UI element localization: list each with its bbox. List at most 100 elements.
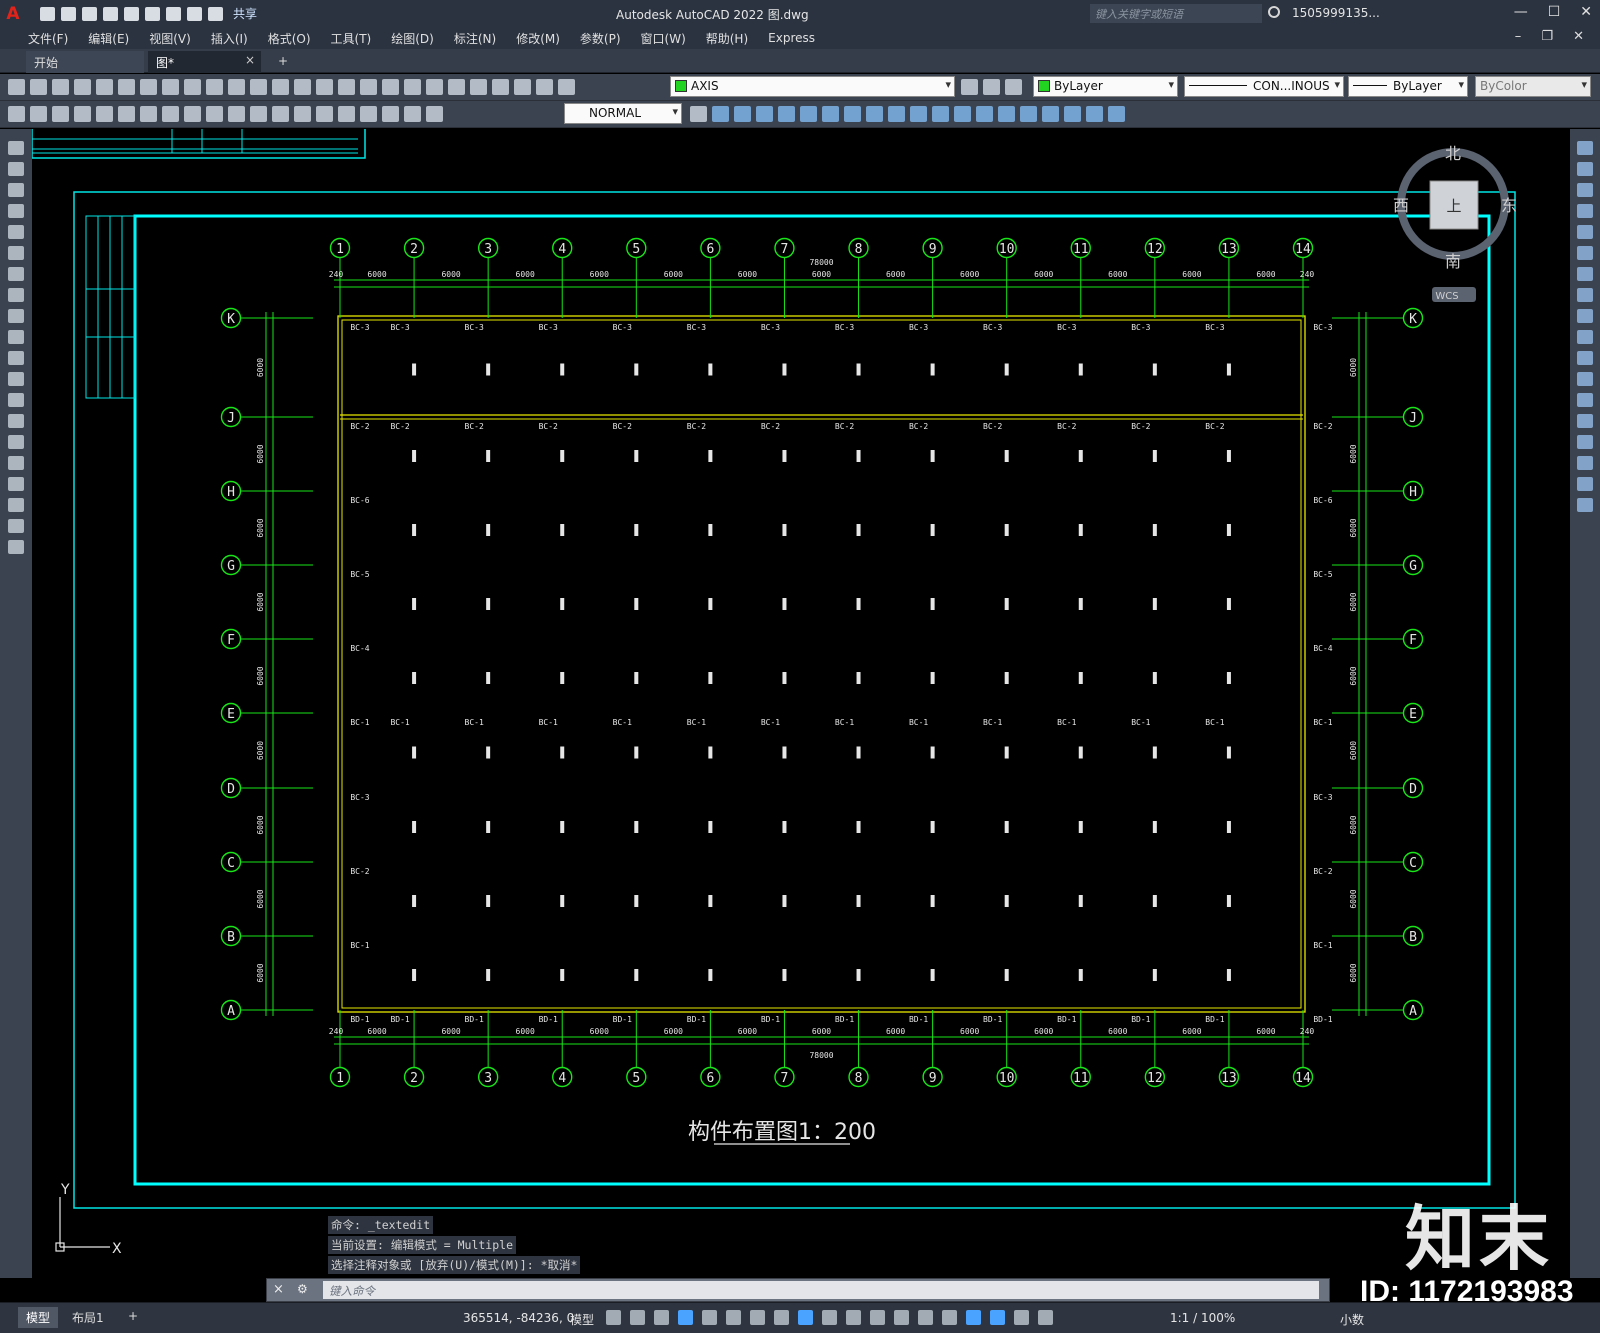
zoom-window-icon[interactable] xyxy=(360,79,377,95)
transparency-icon[interactable] xyxy=(846,1310,861,1325)
object-snap-icon[interactable] xyxy=(798,1310,813,1325)
open-icon[interactable] xyxy=(61,6,76,21)
polar-icon[interactable] xyxy=(726,1310,741,1325)
quickcalc-icon[interactable] xyxy=(514,79,531,95)
ellipse-arc-icon[interactable] xyxy=(8,351,24,365)
polyline-icon[interactable] xyxy=(8,183,24,197)
add-selected-icon[interactable] xyxy=(8,540,24,554)
compass-north[interactable]: 北 xyxy=(1445,144,1461,163)
stretch-icon[interactable] xyxy=(1577,309,1593,323)
subtract-icon[interactable] xyxy=(1042,106,1059,122)
extrude-icon[interactable] xyxy=(910,106,927,122)
make-block-icon[interactable] xyxy=(8,393,24,407)
markup-icon[interactable] xyxy=(492,79,509,95)
arc-icon[interactable] xyxy=(8,246,24,260)
region-icon[interactable] xyxy=(8,477,24,491)
dim-continue-icon[interactable] xyxy=(228,106,245,122)
drawing-canvas[interactable]: 1 1 2 2 3 3 4 4 5 5 6 6 7 7 8 8 9 9 10 10 11 11 12 12 13 13 14 14 60… xyxy=(32,129,1570,1278)
share-button[interactable]: 共享 xyxy=(233,5,257,22)
dim-radius-icon[interactable] xyxy=(96,106,113,122)
zoom-realtime-icon[interactable] xyxy=(338,79,355,95)
save-as-icon[interactable] xyxy=(103,6,118,21)
offset-icon[interactable] xyxy=(1577,204,1593,218)
rotate-icon[interactable] xyxy=(1577,267,1593,281)
autocad-logo-icon[interactable]: A xyxy=(0,0,26,27)
helix-icon[interactable] xyxy=(866,106,883,122)
tool-palettes-icon[interactable] xyxy=(448,79,465,95)
quick-dim-icon[interactable] xyxy=(184,106,201,122)
explode-icon[interactable] xyxy=(1577,498,1593,512)
lineweight-icon[interactable] xyxy=(822,1310,837,1325)
join-icon[interactable] xyxy=(1577,414,1593,428)
union-icon[interactable] xyxy=(1020,106,1037,122)
menu-edit[interactable]: 编辑(E) xyxy=(78,30,139,47)
dim-arc-icon[interactable] xyxy=(52,106,69,122)
dim-angular-icon[interactable] xyxy=(162,106,179,122)
sphere-icon[interactable] xyxy=(778,106,795,122)
circle-icon[interactable] xyxy=(8,267,24,281)
dim-baseline-icon[interactable] xyxy=(206,106,223,122)
open-web-icon[interactable] xyxy=(124,6,139,21)
scale-icon[interactable] xyxy=(1577,288,1593,302)
model-space-toggle[interactable]: 模型 xyxy=(570,1311,594,1328)
undo-icon[interactable] xyxy=(187,6,202,21)
properties-icon[interactable] xyxy=(404,79,421,95)
menu-draw[interactable]: 绘图(D) xyxy=(381,30,444,47)
chamfer-icon[interactable] xyxy=(1577,435,1593,449)
copy-icon[interactable] xyxy=(184,79,201,95)
dim-diameter-icon[interactable] xyxy=(140,106,157,122)
grid-icon[interactable] xyxy=(606,1310,621,1325)
menu-format[interactable]: 格式(O) xyxy=(258,30,321,47)
construction-line-icon[interactable] xyxy=(8,162,24,176)
mtext-icon[interactable] xyxy=(8,519,24,533)
maximize-icon[interactable]: ☐ xyxy=(1548,4,1561,20)
cone-icon[interactable] xyxy=(756,106,773,122)
tab-model[interactable]: 模型 xyxy=(18,1307,59,1328)
selection-filter-icon[interactable] xyxy=(942,1310,957,1325)
intersect-icon[interactable] xyxy=(1064,106,1081,122)
trim-icon[interactable] xyxy=(1577,330,1593,344)
isodraft-icon[interactable] xyxy=(750,1310,765,1325)
block-editor-icon[interactable] xyxy=(250,79,267,95)
plotstyle-dropdown[interactable]: ByColor ▾ xyxy=(1475,76,1591,97)
sheet-set-icon[interactable] xyxy=(470,79,487,95)
menu-view[interactable]: 视图(V) xyxy=(139,30,201,47)
annotation-scale[interactable]: 1:1 / 100% xyxy=(1170,1311,1235,1325)
dim-linear-icon[interactable] xyxy=(8,106,25,122)
open-icon[interactable] xyxy=(30,79,47,95)
dynamic-input-icon[interactable] xyxy=(678,1310,693,1325)
cylinder-icon[interactable] xyxy=(800,106,817,122)
rectangle-icon[interactable] xyxy=(8,225,24,239)
menu-insert[interactable]: 插入(I) xyxy=(201,30,258,47)
linetype-dropdown[interactable]: CON...INOUS ▾ xyxy=(1184,76,1344,97)
snap-icon[interactable] xyxy=(630,1310,645,1325)
insert-block-icon[interactable] xyxy=(8,372,24,386)
ortho-icon[interactable] xyxy=(702,1310,717,1325)
help-icon[interactable] xyxy=(536,79,553,95)
gradient-icon[interactable] xyxy=(8,456,24,470)
color-dropdown[interactable]: ByLayer ▾ xyxy=(1033,76,1178,97)
lineweight-dropdown[interactable]: ByLayer ▾ xyxy=(1348,76,1468,97)
copy-object-icon[interactable] xyxy=(1577,162,1593,176)
point-icon[interactable] xyxy=(8,414,24,428)
menu-file[interactable]: 文件(F) xyxy=(18,30,78,47)
document-window-controls[interactable]: – ❐ ✕ xyxy=(1515,29,1592,44)
pyramid-icon[interactable] xyxy=(844,106,861,122)
ellipse-icon[interactable] xyxy=(8,330,24,344)
plot-icon[interactable] xyxy=(166,6,181,21)
inspection-icon[interactable] xyxy=(338,106,355,122)
line-icon[interactable] xyxy=(8,141,24,155)
3d-print-icon[interactable] xyxy=(140,79,157,95)
tab-drawing[interactable]: 图* × xyxy=(148,51,261,73)
extend-icon[interactable] xyxy=(1577,351,1593,365)
center-mark-icon[interactable] xyxy=(316,106,333,122)
tab-start[interactable]: 开始 xyxy=(26,51,144,73)
new-tab-button[interactable]: + xyxy=(270,51,296,73)
save-icon[interactable] xyxy=(82,6,97,21)
layer-properties-icon[interactable] xyxy=(558,79,575,95)
auto-scale-icon[interactable] xyxy=(1014,1310,1029,1325)
viewcube[interactable]: 上 北 南 东 西 WCS xyxy=(1393,144,1517,302)
minimize-icon[interactable]: — xyxy=(1514,4,1528,20)
tab-layout1[interactable]: 布局1 xyxy=(64,1307,112,1328)
help-search-input[interactable]: 键入关键字或短语 xyxy=(1090,4,1262,23)
